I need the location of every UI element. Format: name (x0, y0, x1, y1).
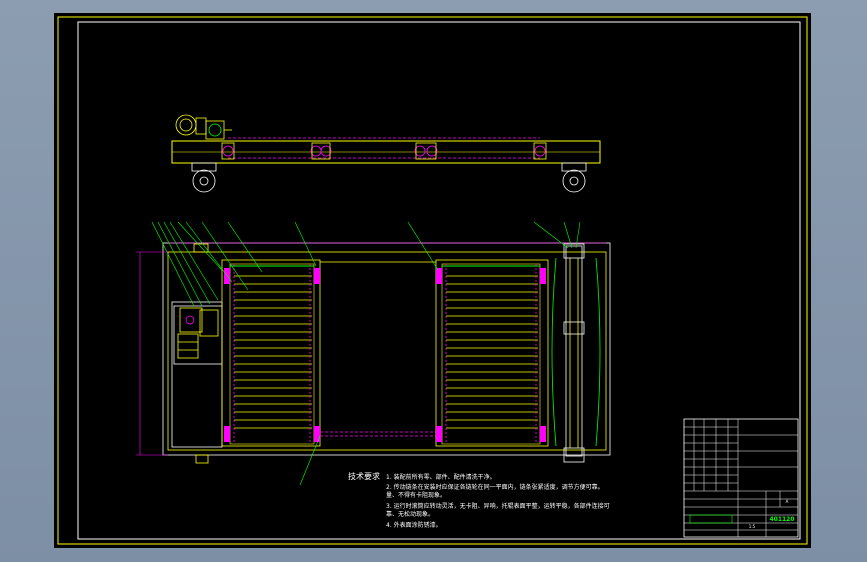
note-line-2: 2. 传动链条在安装时应保证各链轮在同一平面内，链条张紧适度，调节方便可靠。 (386, 483, 604, 491)
notes-title: 技术要求 (348, 471, 380, 481)
drawing-code: 401120 (769, 516, 794, 523)
note-line-6: 4. 外表面涂防锈漆。 (386, 521, 442, 529)
cad-viewport[interactable]: 技术要求 1. 装配前所有零、部件、配件清洗干净。 2. 传动链条在安装时应保证… (0, 0, 867, 562)
scale-label: 1:5 (749, 524, 756, 529)
note-line-1: 1. 装配前所有零、部件、配件清洗干净。 (386, 473, 496, 481)
cad-drawing-sheet: 技术要求 1. 装配前所有零、部件、配件清洗干净。 2. 传动链条在安装时应保证… (54, 13, 811, 548)
note-line-3: 量、不得有卡阻现象。 (386, 491, 446, 499)
note-line-5: 靠、无松动现象。 (386, 510, 434, 518)
note-line-4: 3. 运行时滚筒应转动灵活，无卡阻、异响，托辊表面平整，运转平稳，各部件连接可 (386, 502, 610, 510)
title-block: A 401120 1:5 (683, 418, 799, 538)
sheet-size-label: A (786, 499, 789, 504)
